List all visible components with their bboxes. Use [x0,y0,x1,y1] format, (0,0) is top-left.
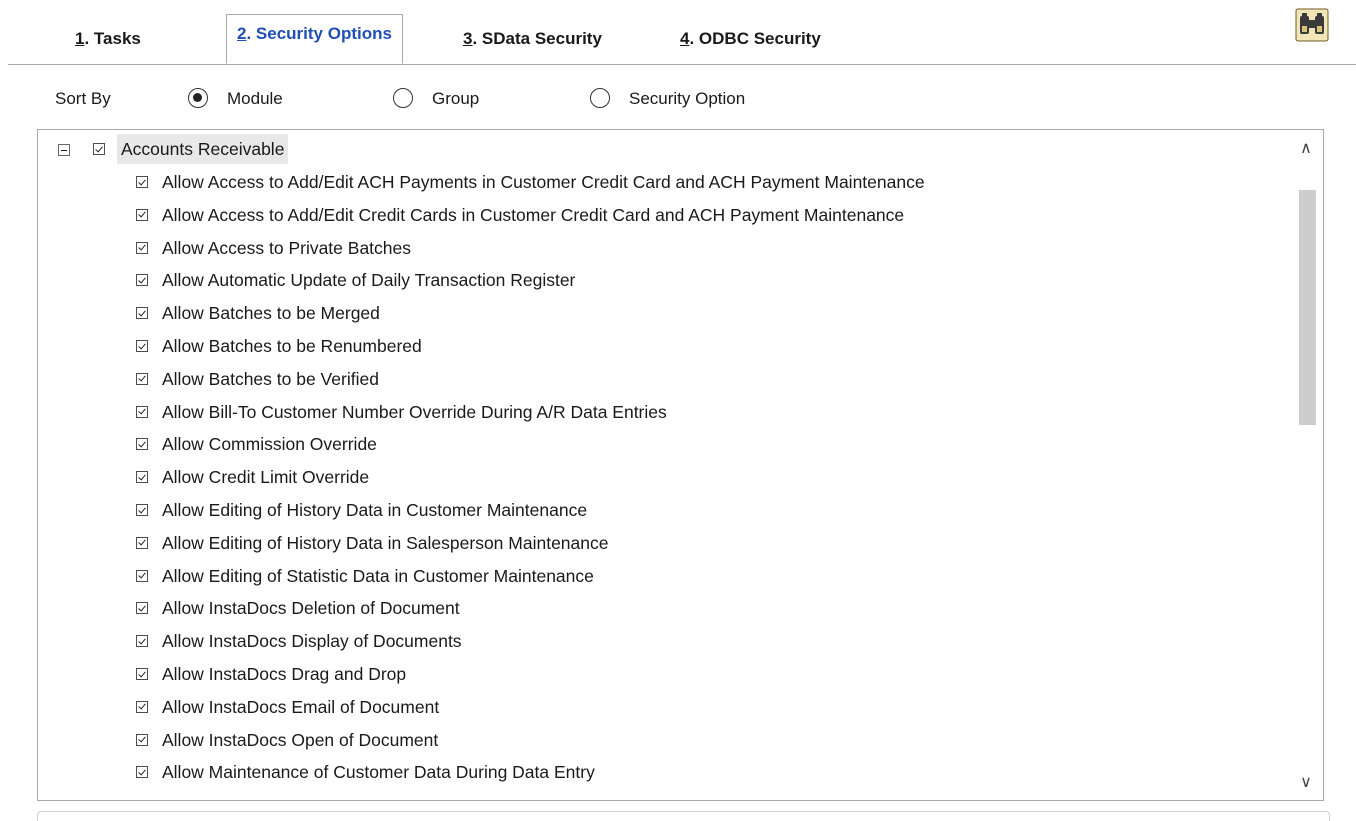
tree-item-row[interactable]: Allow Access to Private Batches [38,233,1278,263]
item-checkbox[interactable] [136,602,148,615]
item-label: Allow Maintenance of Customer Data Durin… [162,762,595,783]
tree-item-row[interactable]: Allow Editing of History Data in Custome… [38,495,1278,525]
tree-group-row[interactable]: Accounts Receivable [38,134,1278,164]
item-checkbox[interactable] [136,504,148,516]
tab-tasks[interactable]: 1. Tasks [75,26,141,56]
item-label: Allow Credit Limit Override [162,467,370,488]
item-label: Allow Bill-To Customer Number Override D… [162,401,667,422]
tree-item-row[interactable]: Allow Automatic Update of Daily Transact… [38,265,1278,295]
item-label: Allow Batches to be Renumbered [162,336,422,356]
security-options-tree[interactable]: Accounts Receivable Allow Access to Add/… [37,129,1324,801]
item-checkbox[interactable] [136,176,148,188]
item-label: Allow InstaDocs Drag and Drop [162,664,407,684]
tree-item-row[interactable]: Allow Editing of Statistic Data in Custo… [38,561,1278,591]
tree-item-row[interactable]: Allow Batches to be Merged [38,298,1278,328]
radio-security-option-label: Security Option [629,89,746,108]
radio-security-option[interactable] [590,88,610,108]
item-label: Allow Batches to be Verified [162,368,379,389]
item-label: Allow Editing of History Data in Custome… [162,500,588,520]
tree-item-row[interactable]: Allow Access to Add/Edit ACH Payments in… [38,167,1278,197]
sort-by-label: Sort By [55,89,111,108]
scrollbar-thumb[interactable] [1299,190,1316,425]
item-checkbox[interactable] [136,700,148,713]
item-checkbox[interactable] [136,274,148,287]
tab-bar: 1. Tasks 2. Security Options 3. SData Se… [0,0,1356,66]
tree-item-row[interactable]: Allow InstaDocs Open of Document [38,725,1278,755]
item-checkbox[interactable] [136,241,148,254]
tree-item-row[interactable]: Allow Bill-To Customer Number Override D… [38,397,1278,427]
item-label: Allow InstaDocs Email of Document [162,696,440,717]
item-label: Allow Access to Private Batches [162,237,411,258]
tab-divider [8,64,1356,65]
tab-sdata-security[interactable]: 3. SData Security [463,26,602,56]
item-label: Allow Commission Override [162,434,377,455]
item-checkbox[interactable] [136,405,148,418]
item-checkbox[interactable] [136,635,148,648]
item-checkbox[interactable] [136,307,148,320]
tree-item-row[interactable]: Allow InstaDocs Deletion of Document [38,593,1278,623]
binoculars-icon[interactable] [1295,8,1329,42]
collapse-icon[interactable] [58,144,70,156]
chevron-up-icon[interactable]: ∧ [1289,132,1323,166]
item-checkbox[interactable] [136,536,148,549]
tree-item-row[interactable]: Allow InstaDocs Email of Document [38,692,1278,722]
tab-security-options[interactable]: 2. Security Options [226,14,403,64]
item-label: Allow Access to Add/Edit ACH Payments in… [162,172,925,192]
item-label: Allow InstaDocs Display of Documents [162,631,462,652]
sort-by-row: Sort By Module Group Security Option [0,86,1000,116]
tree-item-row[interactable]: Allow Maintenance of Customer Data Durin… [38,757,1278,787]
tab-odbc-security[interactable]: 4. ODBC Security [680,26,821,56]
item-label: Allow Automatic Update of Daily Transact… [162,270,576,291]
group-label: Accounts Receivable [117,134,289,164]
bottom-panel [37,811,1330,821]
item-checkbox[interactable] [136,569,148,582]
group-checkbox[interactable] [93,143,105,155]
item-label: Allow Editing of Statistic Data in Custo… [162,565,594,586]
tree-item-row[interactable]: Allow Credit Limit Override [38,462,1278,492]
tree-item-row[interactable]: Allow Editing of History Data in Salespe… [38,528,1278,558]
item-checkbox[interactable] [136,438,148,451]
item-checkbox[interactable] [136,340,148,352]
tree-item-row[interactable]: Allow Batches to be Renumbered [38,331,1278,361]
chevron-down-icon[interactable]: ∨ [1289,766,1323,800]
tree-item-row[interactable]: Allow Batches to be Verified [38,364,1278,394]
item-checkbox[interactable] [136,471,148,484]
item-label: Allow InstaDocs Open of Document [162,729,439,750]
item-label: Allow InstaDocs Deletion of Document [162,598,460,619]
item-checkbox[interactable] [136,668,148,680]
item-checkbox[interactable] [136,372,148,385]
radio-module-label: Module [227,89,283,108]
item-checkbox[interactable] [136,208,148,221]
item-label: Allow Batches to be Merged [162,303,380,324]
radio-module[interactable] [188,88,208,108]
item-checkbox[interactable] [136,766,148,779]
item-label: Allow Editing of History Data in Salespe… [162,532,609,553]
radio-group-label: Group [432,89,480,108]
item-checkbox[interactable] [136,733,148,746]
tree-item-row[interactable]: Allow InstaDocs Drag and Drop [38,659,1278,689]
tree-item-row[interactable]: Allow Commission Override [38,429,1278,459]
tree-item-row[interactable]: Allow InstaDocs Display of Documents [38,626,1278,656]
tree-item-row[interactable]: Allow Access to Add/Edit Credit Cards in… [38,200,1278,230]
radio-group[interactable] [393,88,413,108]
vertical-scrollbar[interactable]: ∧ ∨ [1289,130,1323,800]
item-label: Allow Access to Add/Edit Credit Cards in… [162,204,905,225]
